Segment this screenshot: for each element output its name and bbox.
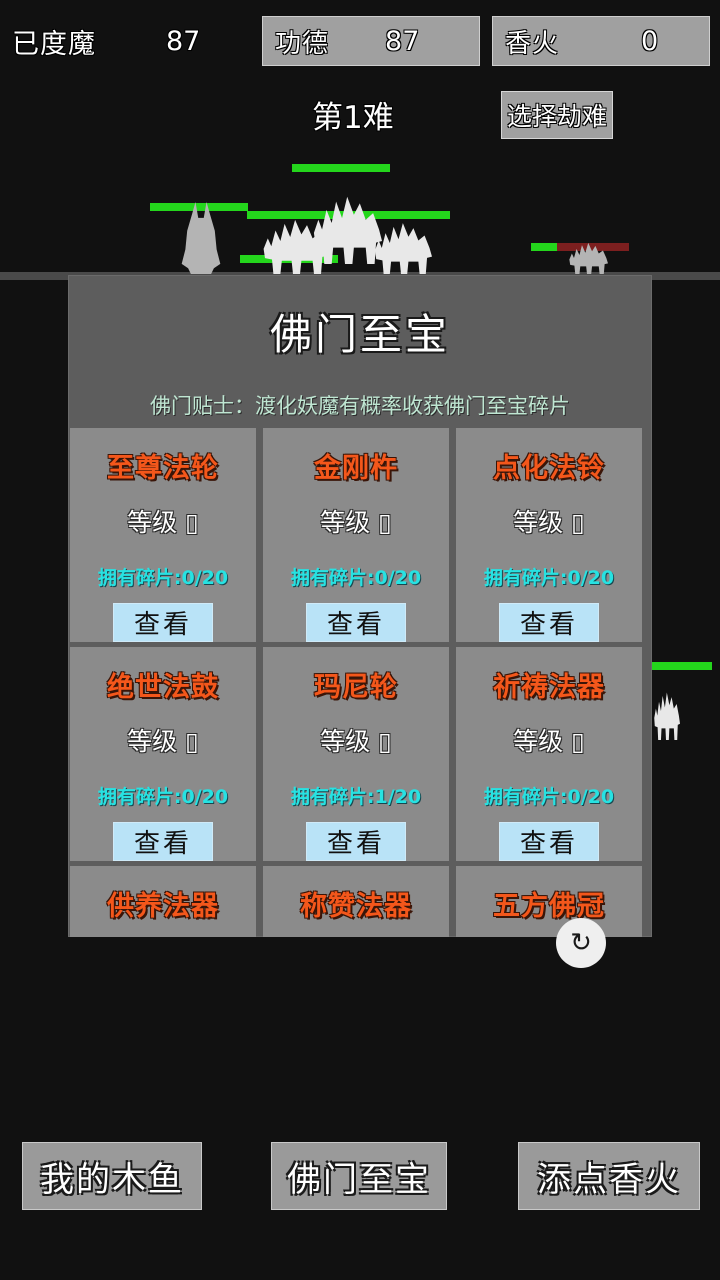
treasure-view-button[interactable]: 查看 bbox=[306, 822, 406, 861]
treasure-card[interactable]: 称赞法器 等级 ▯ 拥有碎片:0/20 查看 bbox=[263, 866, 449, 937]
enemy-sprite-beast bbox=[374, 223, 432, 274]
treasure-card[interactable]: 金刚杵 等级 ▯ 拥有碎片:0/20 查看 bbox=[263, 428, 449, 642]
treasure-view-button[interactable]: 查看 bbox=[499, 822, 599, 861]
stat-demons-saved-label: 已度魔 bbox=[12, 28, 96, 60]
refresh-icon[interactable]: ↻ bbox=[556, 918, 606, 968]
treasure-name: 金刚杵 bbox=[314, 453, 398, 484]
battlefield bbox=[0, 150, 720, 280]
treasure-card[interactable]: 绝世法鼓 等级 ▯ 拥有碎片:0/20 查看 bbox=[70, 647, 256, 861]
treasure-view-button[interactable]: 查看 bbox=[113, 603, 213, 642]
enemy-hp-bar-side bbox=[650, 662, 712, 670]
treasure-grid: 至尊法轮 等级 ▯ 拥有碎片:0/20 查看 金刚杵 等级 ▯ 拥有碎片:0/2… bbox=[70, 428, 650, 937]
treasure-card[interactable]: 五方佛冠 等级 ▯ 拥有碎片:0/20 查看 bbox=[456, 866, 642, 937]
stat-incense-label: 香火 bbox=[505, 28, 560, 59]
select-tribulation-button[interactable]: 选择劫难 bbox=[501, 91, 613, 139]
treasure-card[interactable]: 供养法器 等级 ▯ 拥有碎片:0/20 查看 bbox=[70, 866, 256, 937]
stat-demons-saved-value: 87 bbox=[166, 25, 201, 57]
stat-merit[interactable]: 功德 87 bbox=[262, 16, 480, 66]
treasure-fragments: 拥有碎片:0/20 bbox=[97, 786, 229, 808]
treasure-name: 称赞法器 bbox=[300, 891, 412, 922]
nav-add-incense-button[interactable]: 添点香火 bbox=[518, 1142, 700, 1210]
treasure-view-button[interactable]: 查看 bbox=[113, 822, 213, 861]
enemy-hp-bar bbox=[292, 164, 390, 172]
treasure-name: 供养法器 bbox=[107, 891, 219, 922]
stat-incense-value: 0 bbox=[641, 25, 659, 57]
stat-merit-value: 87 bbox=[385, 25, 420, 57]
enemy-sprite-side bbox=[654, 692, 680, 740]
dialog-title: 佛门至宝 bbox=[269, 310, 450, 359]
stat-merit-label: 功德 bbox=[275, 28, 330, 59]
treasure-name: 祈祷法器 bbox=[493, 672, 605, 703]
treasure-fragments: 拥有碎片:0/20 bbox=[97, 567, 229, 589]
treasure-level: 等级 ▯ bbox=[127, 727, 199, 756]
stage-row: 第1难 选择劫难 bbox=[0, 91, 720, 142]
treasure-level: 等级 ▯ bbox=[513, 727, 585, 756]
treasure-name: 玛尼轮 bbox=[314, 672, 398, 703]
treasure-fragments: 拥有碎片:0/20 bbox=[483, 567, 615, 589]
treasure-name: 绝世法鼓 bbox=[107, 672, 219, 703]
treasure-fragments: 拥有碎片:0/20 bbox=[290, 567, 422, 589]
game-screen: 已度魔 87 功德 87 香火 0 第1难 选择劫难 佛门至宝 佛门贴士：渡化妖… bbox=[0, 0, 720, 1280]
stage-label: 第1难 bbox=[312, 100, 394, 136]
treasure-name: 五方佛冠 bbox=[493, 891, 605, 922]
treasure-level: 等级 ▯ bbox=[320, 727, 392, 756]
treasure-level: 等级 ▯ bbox=[127, 508, 199, 537]
treasure-fragments: 拥有碎片:1/20 bbox=[290, 786, 422, 808]
treasure-card[interactable]: 至尊法轮 等级 ▯ 拥有碎片:0/20 查看 bbox=[70, 428, 256, 642]
treasure-level: 等级 ▯ bbox=[320, 508, 392, 537]
bottom-nav-bar: 我的木鱼 佛门至宝 添点香火 bbox=[0, 1142, 720, 1214]
treasure-level: 等级 ▯ bbox=[513, 508, 585, 537]
enemy-hp-bar bbox=[352, 211, 450, 219]
stat-demons-saved: 已度魔 87 bbox=[8, 18, 248, 64]
top-status-bar: 已度魔 87 功德 87 香火 0 bbox=[0, 0, 720, 80]
treasure-view-button[interactable]: 查看 bbox=[306, 603, 406, 642]
treasure-dialog: 佛门至宝 佛门贴士：渡化妖魔有概率收获佛门至宝碎片 至尊法轮 等级 ▯ 拥有碎片… bbox=[68, 275, 652, 937]
treasure-fragments: 拥有碎片:0/20 bbox=[483, 786, 615, 808]
enemy-sprite-bunny bbox=[181, 202, 221, 274]
stat-incense[interactable]: 香火 0 bbox=[492, 16, 710, 66]
enemy-sprite-beast bbox=[569, 242, 608, 274]
enemy-hp-bar-damaged bbox=[531, 243, 629, 251]
enemy-hp-bar bbox=[247, 211, 345, 219]
enemy-hp-bar bbox=[150, 203, 248, 211]
dialog-tip: 佛门贴士：渡化妖魔有概率收获佛门至宝碎片 bbox=[150, 394, 570, 418]
treasure-card[interactable]: 点化法铃 等级 ▯ 拥有碎片:0/20 查看 bbox=[456, 428, 642, 642]
nav-my-wooden-fish-button[interactable]: 我的木鱼 bbox=[22, 1142, 202, 1210]
treasure-name: 点化法铃 bbox=[493, 453, 605, 484]
treasure-card[interactable]: 玛尼轮 等级 ▯ 拥有碎片:1/20 查看 bbox=[263, 647, 449, 861]
treasure-name: 至尊法轮 bbox=[107, 453, 219, 484]
treasure-card[interactable]: 祈祷法器 等级 ▯ 拥有碎片:0/20 查看 bbox=[456, 647, 642, 861]
nav-buddhist-treasure-button[interactable]: 佛门至宝 bbox=[271, 1142, 447, 1210]
treasure-view-button[interactable]: 查看 bbox=[499, 603, 599, 642]
